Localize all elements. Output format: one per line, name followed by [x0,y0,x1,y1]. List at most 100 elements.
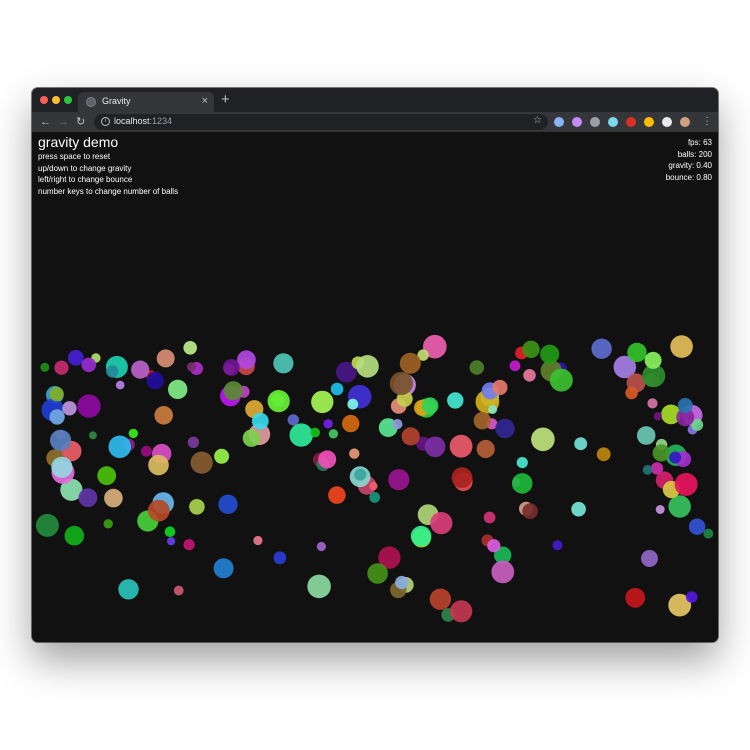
ball [625,587,646,608]
hud-stats: fps: 63 balls: 200 gravity: 0.40 bounce:… [666,137,712,183]
ball [424,436,446,458]
url-host: localhost [114,116,150,126]
ball [509,360,521,372]
ball [273,551,287,565]
extension-icon[interactable] [662,117,672,127]
ball [473,412,491,430]
ball [316,541,326,552]
ball [410,525,432,547]
ball [67,349,84,366]
extension-icon[interactable] [680,117,690,127]
ball [49,386,64,402]
ball [307,574,331,599]
tab-gravity[interactable]: Gravity × [78,92,214,112]
extension-icon[interactable] [626,117,636,127]
ball [447,392,464,409]
ball [367,563,388,584]
extension-icon[interactable] [608,117,618,127]
address-bar[interactable]: i localhost:1234 ☆ [94,114,548,130]
ball [369,492,381,503]
ball [49,409,65,425]
ball [653,412,662,421]
ball [106,365,119,378]
ball [421,397,439,415]
ball [251,412,269,430]
stat-gravity-label: gravity: [668,161,695,170]
menu-icon[interactable]: ⋮ [702,115,712,129]
ball [642,465,653,475]
ball [488,405,498,414]
stat-fps: fps: 63 [666,137,712,149]
ball [237,350,256,370]
ball [190,451,213,474]
browser-window: Gravity × + ← → ↻ i localhost:1234 ☆ ⋮ g… [32,88,718,642]
ball [310,427,320,438]
ball [347,398,359,410]
site-info-icon[interactable]: i [101,117,110,126]
reload-icon[interactable]: ↻ [76,115,85,129]
ball [131,360,150,379]
ball [103,519,113,529]
extension-icon[interactable] [590,117,600,127]
ball [167,537,176,546]
ball [218,494,238,514]
ball [186,362,197,372]
forward-arrow-icon[interactable]: → [58,115,69,129]
page-viewport[interactable]: gravity demo press space to reset up/dow… [32,132,718,642]
ball [644,351,662,369]
ball [88,431,97,440]
ball [108,435,132,459]
new-tab-button[interactable]: + [221,92,230,108]
stat-balls-label: balls: [677,149,697,159]
ball-canvas[interactable] [32,132,718,642]
stat-balls: balls: 200 [666,149,712,161]
ball [318,450,337,469]
ball [451,467,473,488]
instruction-bounce: left/right to change bounce [38,175,133,184]
ball [267,390,290,413]
extension-icon[interactable] [644,117,654,127]
ball [668,495,691,518]
ball [655,505,665,514]
ball [450,600,473,623]
ball [636,426,656,445]
ball [492,379,508,396]
ball [51,456,73,478]
ball [187,436,200,448]
ball [273,353,294,374]
back-arrow-icon[interactable]: ← [40,115,51,129]
ball [627,342,647,363]
instruction-gravity: up/down to change gravity [38,163,132,173]
window-maximize-button[interactable] [64,96,72,104]
ball [688,518,706,535]
extension-icon[interactable] [572,117,582,127]
tab-close-icon[interactable]: × [202,94,208,108]
ball [483,511,496,524]
ball [189,499,205,515]
stat-gravity: gravity: 0.40 [666,160,712,172]
ball [330,382,344,396]
ball [392,419,403,430]
ball [641,550,658,567]
ball [574,437,588,451]
ball [647,398,658,409]
ball [50,429,72,451]
stat-fps-value: 63 [703,138,712,147]
ball [154,406,173,425]
demo-title: gravity demo [38,134,119,150]
window-close-button[interactable] [40,96,48,104]
ball [674,472,698,496]
bookmark-star-icon[interactable]: ☆ [533,115,542,126]
ball [449,434,473,458]
ball [354,468,367,481]
ball [97,466,117,486]
ball [389,371,413,396]
ball [311,390,334,414]
ball [141,445,152,457]
ball [223,359,240,376]
window-minimize-button[interactable] [52,96,60,104]
ball [323,419,333,429]
ball [242,429,261,447]
ball [677,398,693,414]
extension-icon[interactable] [554,117,564,127]
